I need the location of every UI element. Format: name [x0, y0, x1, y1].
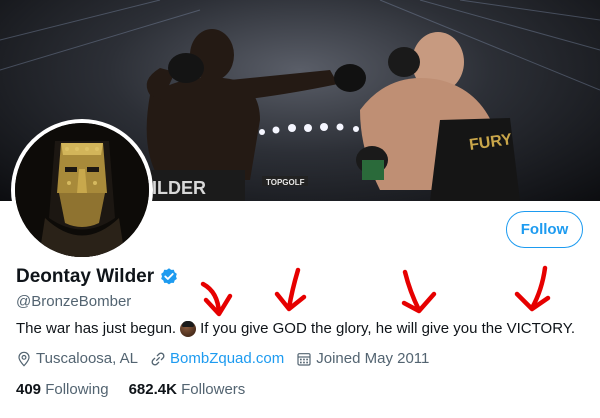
trunk-text-left: ILDER	[152, 178, 206, 198]
glove-left-raised	[168, 53, 204, 83]
calendar-icon	[297, 352, 311, 366]
annotation-arrow-3	[402, 269, 422, 313]
follow-button[interactable]: Follow	[506, 211, 583, 248]
followers-count: 682.4K	[128, 381, 177, 398]
profile-avatar[interactable]	[11, 119, 153, 261]
bio-text-end: If you give GOD the glory, he will give …	[200, 320, 575, 337]
display-name: Deontay Wilder	[16, 266, 155, 287]
user-handle: @BronzeBomber	[16, 293, 132, 310]
verified-badge-icon	[161, 268, 177, 285]
sponsor-text: TOPGOLF	[266, 178, 305, 187]
annotation-arrow-2	[286, 267, 301, 311]
followers-stat[interactable]: 682.4K Followers	[129, 381, 246, 398]
profile-bio: The war has just begun. If you give GOD …	[16, 320, 575, 337]
fighter-right: FURY	[356, 32, 520, 201]
joined-text: Joined May 2011	[316, 350, 430, 367]
profile-meta: Tuscaloosa, AL BombZquad.com Joined May …	[16, 350, 441, 367]
following-count: 409	[16, 381, 42, 398]
name-row: Deontay Wilder	[16, 266, 179, 288]
website-item[interactable]: BombZquad.com	[150, 350, 284, 367]
fighter-left	[146, 29, 338, 180]
glove-left-punch	[334, 64, 366, 92]
bio-text-start: The war has just begun.	[16, 320, 177, 337]
annotation-arrow-1	[200, 281, 222, 316]
joined-item: Joined May 2011	[296, 350, 429, 367]
following-stat[interactable]: 409 Following	[16, 381, 109, 398]
golden-mask-image	[15, 123, 149, 257]
location-item: Tuscaloosa, AL	[16, 350, 138, 367]
link-icon	[151, 352, 165, 365]
follow-stats: 409 Following 682.4K Followers	[16, 381, 265, 398]
followers-label: Followers	[181, 381, 246, 398]
location-text: Tuscaloosa, AL	[36, 350, 139, 367]
location-pin-icon	[18, 351, 30, 367]
annotation-arrow-4	[529, 265, 548, 311]
boxer-emoji-icon	[180, 320, 197, 337]
following-label: Following	[45, 381, 109, 398]
website-link[interactable]: BombZquad.com	[170, 350, 284, 367]
